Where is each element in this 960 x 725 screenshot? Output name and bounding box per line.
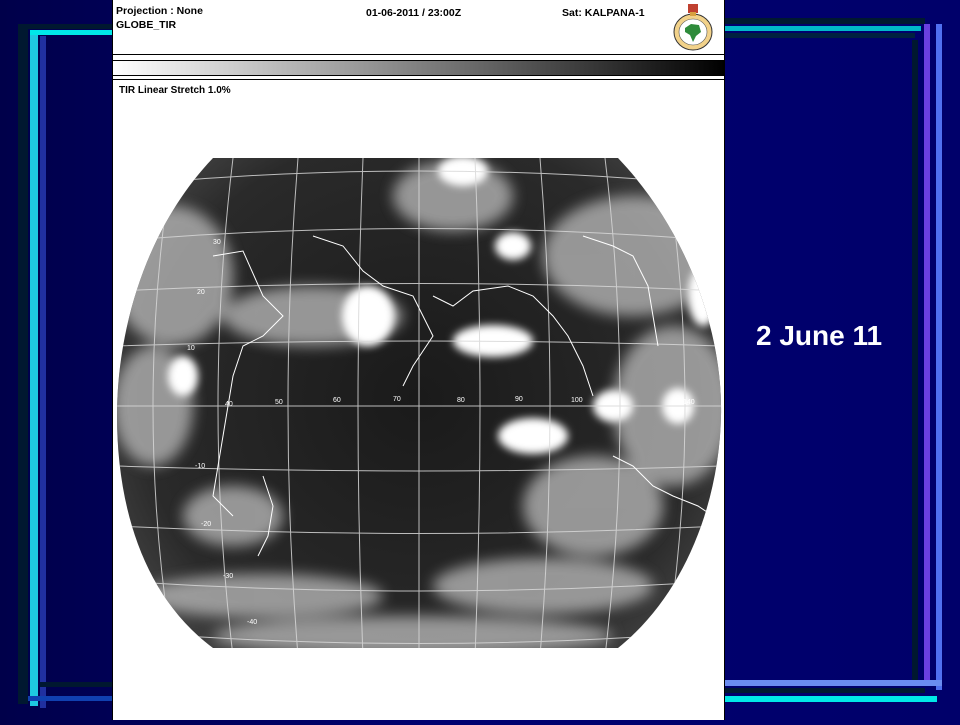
frame-bar-bottom-left-blue — [28, 696, 112, 701]
frame-bar-top-right-dark2 — [725, 33, 915, 38]
frame-bar-left-dark — [18, 24, 28, 704]
frame-bar-top-right-cyan — [725, 26, 921, 31]
frame-bar-left-blue — [40, 36, 46, 708]
header-divider — [113, 54, 725, 55]
frame-bar-bottom-right-light — [725, 680, 942, 686]
lon-label: 50 — [275, 399, 283, 406]
product-label: GLOBE_TIR — [116, 19, 177, 31]
lat-label: -20 — [201, 521, 211, 528]
lat-label: -40 — [247, 619, 257, 626]
lat-label: -30 — [223, 573, 233, 580]
lat-label: 10 — [187, 345, 195, 352]
frame-bar-left-cyan — [30, 30, 38, 706]
frame-bar-bottom-right-cyan — [725, 696, 937, 702]
lon-label: 140 — [683, 399, 695, 406]
lon-label: 40 — [225, 401, 233, 408]
frame-bar-top-left-dark — [18, 24, 112, 29]
lat-label: 30 — [213, 239, 221, 246]
frame-bar-bottom-right-dark — [725, 688, 925, 693]
lon-label: 100 — [571, 397, 583, 404]
datetime-label: 01-06-2011 / 23:00Z — [366, 7, 462, 19]
grayscale-bar — [113, 60, 725, 76]
lon-label: 90 — [515, 396, 523, 403]
frame-bar-right-dark — [912, 40, 918, 680]
frame-bar-top-right-dark — [725, 18, 925, 24]
lat-label: -10 — [195, 463, 205, 470]
satellite-label: Sat: KALPANA-1 — [562, 7, 645, 19]
lon-label: 70 — [393, 396, 401, 403]
frame-bar-top-left-cyan — [30, 30, 112, 35]
lon-label: 80 — [457, 397, 465, 404]
imd-emblem-icon — [671, 2, 715, 54]
lat-label: 20 — [197, 289, 205, 296]
satellite-image-panel: Projection : None GLOBE_TIR 01-06-2011 /… — [112, 0, 725, 720]
frame-bar-bottom-left-dark — [40, 682, 112, 687]
slide-date-label: 2 June 11 — [756, 320, 883, 351]
frame-bar-right-violet — [924, 24, 930, 684]
frame-bar-right-blue — [936, 24, 942, 690]
lon-label: 60 — [333, 397, 341, 404]
projection-label: Projection : None — [116, 5, 203, 17]
satellite-globe-view: 40 50 60 70 80 90 100 140 30 20 10 -10 -… — [113, 76, 725, 720]
